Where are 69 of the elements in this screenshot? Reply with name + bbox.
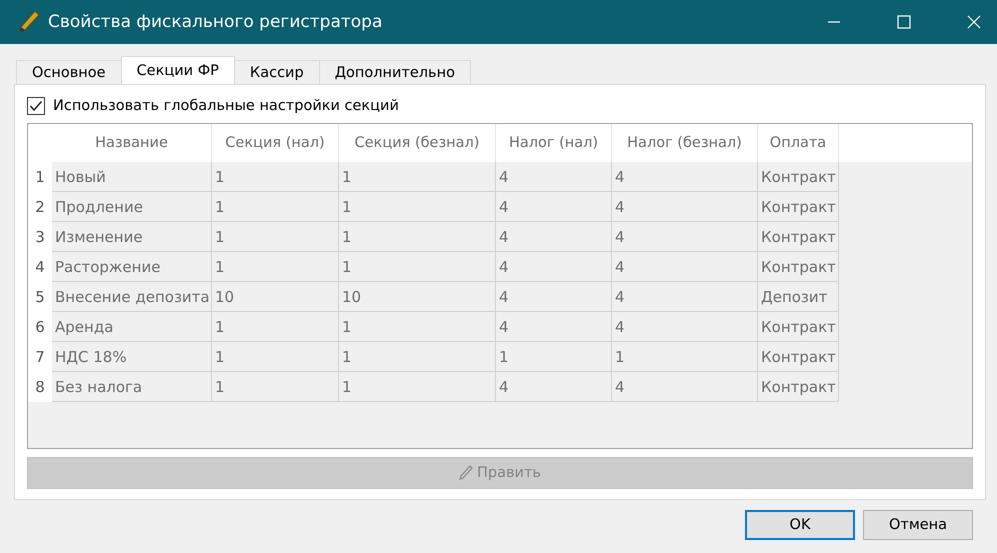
- row-number: 3: [28, 222, 52, 252]
- table-cell: Контракт: [758, 342, 839, 372]
- row-number: 8: [28, 372, 52, 402]
- table-cell: 1: [212, 342, 339, 372]
- table-cell: Внесение депозита: [52, 282, 212, 312]
- table-cell: 4: [612, 162, 758, 192]
- table-cell: 4: [496, 222, 612, 252]
- table-cell: 1: [339, 312, 496, 342]
- table-cell: 4: [612, 282, 758, 312]
- table-cell: 1: [496, 342, 612, 372]
- row-number: 4: [28, 252, 52, 282]
- checkbox-label: Использовать глобальные настройки секций: [53, 98, 399, 114]
- tab[interactable]: Дополнительно: [318, 60, 471, 84]
- table-cell: Без налога: [52, 372, 212, 402]
- table-cell: 4: [612, 192, 758, 222]
- table-cell: 4: [612, 252, 758, 282]
- tab[interactable]: Основное: [16, 60, 122, 84]
- table-cell: 1: [339, 222, 496, 252]
- table-cell: 1: [339, 252, 496, 282]
- maximize-icon: [896, 14, 912, 30]
- table-cell: 4: [496, 372, 612, 402]
- table-cell: Контракт: [758, 252, 839, 282]
- ok-button[interactable]: OK: [745, 510, 855, 540]
- table-cell: 1: [339, 342, 496, 372]
- checkbox[interactable]: [27, 97, 45, 115]
- table-cell: Аренда: [52, 312, 212, 342]
- row-number: 7: [28, 342, 52, 372]
- table-cell: Новый: [52, 162, 212, 192]
- table-cell: 1: [339, 162, 496, 192]
- table-cell: 10: [212, 282, 339, 312]
- table-cell: 4: [496, 312, 612, 342]
- row-number: 6: [28, 312, 52, 342]
- table-cell: 1: [212, 372, 339, 402]
- table-cell: Продление: [52, 192, 212, 222]
- window-title: Свойства фискального регистратора: [48, 12, 384, 32]
- minimize-icon: [826, 21, 842, 23]
- table-cell: 1: [212, 162, 339, 192]
- row-number: 5: [28, 282, 52, 312]
- pencil-icon: [18, 10, 40, 34]
- row-number: 1: [28, 162, 52, 192]
- table-cell: НДС 18%: [52, 342, 212, 372]
- table-cell: 4: [496, 162, 612, 192]
- table-cell: Изменение: [52, 222, 212, 252]
- cancel-button[interactable]: Отмена: [863, 510, 973, 540]
- table-cell: 1: [212, 222, 339, 252]
- table-cell: 1: [612, 342, 758, 372]
- table-cell: 4: [612, 372, 758, 402]
- row-number: 2: [28, 192, 52, 222]
- table-cell: 1: [212, 252, 339, 282]
- pencil-icon: [459, 465, 474, 481]
- table-cell: 10: [339, 282, 496, 312]
- table-cell: 1: [339, 192, 496, 222]
- table-cell: Контракт: [758, 312, 839, 342]
- tab[interactable]: Секции ФР: [120, 56, 235, 84]
- table-cell: Контракт: [758, 192, 839, 222]
- table-cell: 4: [612, 312, 758, 342]
- table-cell: 4: [612, 222, 758, 252]
- table-cell: 1: [212, 192, 339, 222]
- table-cell: 1: [212, 312, 339, 342]
- table-cell: 4: [496, 192, 612, 222]
- table-cell: Расторжение: [52, 252, 212, 282]
- table-cell: 1: [339, 372, 496, 402]
- table-cell: Депозит: [758, 282, 839, 312]
- close-icon: [966, 14, 982, 30]
- table-cell: Контракт: [758, 222, 839, 252]
- table-cell: 4: [496, 252, 612, 282]
- table-cell: 4: [496, 282, 612, 312]
- table-cell: Контракт: [758, 162, 839, 192]
- table-cell: Контракт: [758, 372, 839, 402]
